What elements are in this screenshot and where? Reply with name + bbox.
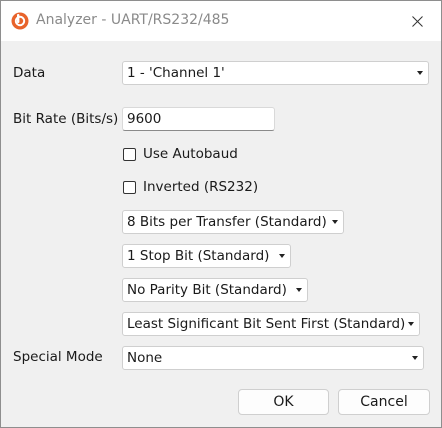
autobaud-checkbox-row[interactable]: Use Autobaud [123,146,238,162]
inverted-label: Inverted (RS232) [143,179,259,195]
chevron-down-icon [417,71,423,75]
stop-bits-value: 1 Stop Bit (Standard) [127,248,270,264]
chevron-down-icon [412,356,418,360]
analyzer-logo-icon [11,12,29,30]
bits-per-transfer-select[interactable]: 8 Bits per Transfer (Standard) [122,210,344,234]
data-channel-select[interactable]: 1 - 'Channel 1' [122,61,429,85]
special-mode-label: Special Mode [13,349,103,365]
bitrate-label: Bit Rate (Bits/s) [13,111,119,127]
ok-button[interactable]: OK [238,389,329,415]
title-bar: Analyzer - UART/RS232/485 [1,1,441,41]
special-mode-select[interactable]: None [122,346,424,370]
chevron-down-icon [332,220,338,224]
inverted-checkbox[interactable] [123,180,136,194]
data-label: Data [13,65,46,81]
close-icon [411,15,423,27]
chevron-down-icon [279,254,285,258]
stop-bits-select[interactable]: 1 Stop Bit (Standard) [122,244,291,268]
bit-order-value: Least Significant Bit Sent First (Standa… [127,316,406,332]
autobaud-label: Use Autobaud [143,146,238,162]
bit-order-select[interactable]: Least Significant Bit Sent First (Standa… [122,312,420,336]
chevron-down-icon [296,288,302,292]
cancel-button[interactable]: Cancel [338,389,430,415]
autobaud-checkbox[interactable] [123,147,136,161]
window-title: Analyzer - UART/RS232/485 [36,12,230,28]
parity-select[interactable]: No Parity Bit (Standard) [122,278,308,302]
chevron-down-icon [408,322,414,326]
bits-per-transfer-value: 8 Bits per Transfer (Standard) [127,214,327,230]
analyzer-dialog: Analyzer - UART/RS232/485 Data 1 - 'Chan… [0,0,442,428]
data-channel-value: 1 - 'Channel 1' [127,65,225,81]
bitrate-input[interactable] [122,107,275,131]
dialog-body: Data 1 - 'Channel 1' Bit Rate (Bits/s) U… [1,41,441,427]
close-button[interactable] [405,11,429,31]
inverted-checkbox-row[interactable]: Inverted (RS232) [123,179,258,195]
special-mode-value: None [127,350,163,366]
parity-value: No Parity Bit (Standard) [127,282,287,298]
